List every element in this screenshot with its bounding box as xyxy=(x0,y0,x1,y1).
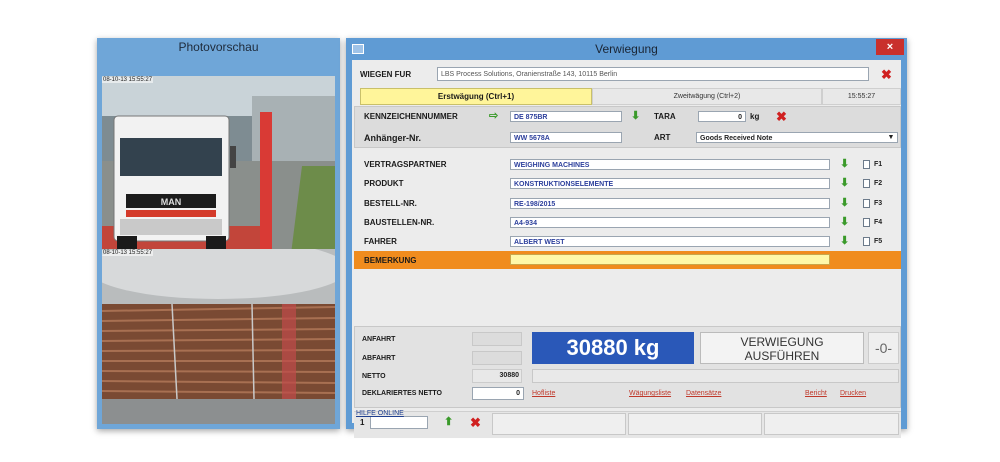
kennzeichen-arrow-icon[interactable]: ⇨ xyxy=(489,111,498,122)
window-close-button[interactable]: × xyxy=(876,39,904,55)
kennzeichen-label: KENNZEICHENNUMMER xyxy=(364,112,458,121)
drucken-link[interactable]: Drucken xyxy=(840,390,866,397)
execute-weighing-line2: AUSFÜHREN xyxy=(744,349,820,363)
detail-label: FAHRER xyxy=(364,237,397,247)
function-key-label: F2 xyxy=(874,180,883,188)
detail-label: BAUSTELLEN-NR. xyxy=(364,217,435,227)
counter-field[interactable] xyxy=(370,416,428,429)
function-key-label: F4 xyxy=(874,218,883,226)
anfahrt-label: ANFAHRT xyxy=(362,336,396,343)
detail-field[interactable]: ALBERT WEST xyxy=(510,236,830,248)
footer-cell-3 xyxy=(764,413,899,435)
timestamp-bottom: 08-10-13 15:55:27 xyxy=(102,250,154,256)
anhaenger-field[interactable]: WW 5678A xyxy=(510,132,622,143)
waegungsliste-link[interactable]: Wägungsliste xyxy=(629,390,671,397)
art-label: ART xyxy=(654,133,671,142)
tab-zweitwaegung-label: Zweitwägung (Ctrl+2) xyxy=(673,93,741,100)
time-value: 15:55:27 xyxy=(847,93,876,100)
hofliste-link[interactable]: Hofliste xyxy=(532,390,555,397)
arrow-up-icon[interactable]: ⬆ xyxy=(444,417,453,428)
deklariert-label: DEKLARIERTES NETTO xyxy=(362,390,442,397)
art-selected-value: Goods Received Note xyxy=(700,135,773,142)
document-icon[interactable] xyxy=(863,217,870,227)
netto-label: NETTO xyxy=(362,373,386,380)
kennzeichen-lookup-icon[interactable]: ⬇ xyxy=(631,111,640,122)
delete-icon[interactable]: ✖ xyxy=(470,416,481,429)
bemerkung-label: BEMERKUNG xyxy=(364,256,417,265)
detail-label: PRODUKT xyxy=(364,179,404,189)
weighing-window: Verwiegung × WIEGEN FUR LBS Process Solu… xyxy=(346,38,907,438)
kennzeichen-field[interactable]: DE 875BR xyxy=(510,111,622,122)
function-key-label: F3 xyxy=(874,199,883,207)
photo-preview-title: Photovorschau xyxy=(178,40,259,54)
truck-brand: MAN xyxy=(161,197,182,207)
detail-label: VERTRAGSPARTNER xyxy=(364,160,447,169)
lookup-arrow-icon[interactable]: ⬇ xyxy=(840,197,849,209)
wiegen-fur-field[interactable]: LBS Process Solutions, Oranienstraße 143… xyxy=(437,67,869,81)
footer-cell-2 xyxy=(628,413,762,435)
abfahrt-field xyxy=(472,351,522,365)
bericht-link[interactable]: Bericht xyxy=(805,390,827,397)
help-online-link[interactable]: HILFE ONLINE xyxy=(356,410,404,417)
footer-cell-1 xyxy=(492,413,626,435)
document-icon[interactable] xyxy=(863,179,870,189)
tara-unit: kg xyxy=(750,112,760,121)
abfahrt-label: ABFAHRT xyxy=(362,355,396,362)
detail-field[interactable]: KONSTRUKTIONSELEMENTE xyxy=(510,178,830,190)
detail-field[interactable]: RE-198/2015 xyxy=(510,197,830,209)
lookup-arrow-icon[interactable]: ⬇ xyxy=(840,178,849,189)
time-display: 15:55:27 xyxy=(822,88,901,105)
function-key-label: F5 xyxy=(874,238,883,246)
document-icon[interactable] xyxy=(863,160,870,169)
window-client-area: WIEGEN FUR LBS Process Solutions, Oranie… xyxy=(352,60,901,438)
timestamp-top: 08-10-13 15:55:27 xyxy=(102,77,154,83)
clear-wiegen-fur-icon[interactable]: ✖ xyxy=(881,68,892,81)
function-key-label: F1 xyxy=(874,161,883,168)
tab-erstwaegung-label: Erstwägung (Ctrl+1) xyxy=(437,92,515,101)
datensaetze-link[interactable]: Datensätze xyxy=(686,390,721,397)
photo-preview-window: Photovorschau MAN 08-10-13 15:55:27 08-1… xyxy=(97,38,340,429)
tara-label: TARA xyxy=(654,112,676,121)
load-photo xyxy=(102,249,335,424)
lookup-arrow-icon[interactable]: ⬇ xyxy=(840,159,849,170)
chevron-down-icon[interactable]: ▼ xyxy=(886,133,896,142)
anfahrt-field xyxy=(472,332,522,346)
detail-label: BESTELL-NR. xyxy=(364,198,417,208)
weight-display: 30880 kg xyxy=(532,332,694,364)
execute-weighing-line1: VERWIEGUNG xyxy=(740,335,824,349)
counter-label: 1 xyxy=(360,418,365,427)
tara-field[interactable]: 0 xyxy=(698,111,746,122)
art-select[interactable]: Goods Received Note xyxy=(696,132,898,143)
netto-value: 30880 xyxy=(472,369,522,383)
document-icon[interactable] xyxy=(863,237,870,247)
detail-field[interactable]: WEIGHING MACHINES xyxy=(510,159,830,170)
anhaenger-label: Anhänger-Nr. xyxy=(364,133,422,143)
tab-zweitwaegung[interactable]: Zweitwägung (Ctrl+2) xyxy=(592,88,822,105)
camera-image-bottom: 08-10-13 15:55:27 xyxy=(102,249,335,424)
detail-field[interactable]: A4-934 xyxy=(510,216,830,228)
deklariert-field[interactable]: 0 xyxy=(472,387,524,400)
info-bar xyxy=(532,369,899,383)
lookup-arrow-icon[interactable]: ⬇ xyxy=(840,236,849,247)
clear-tara-icon[interactable]: ✖ xyxy=(776,110,787,123)
document-icon[interactable] xyxy=(863,198,870,208)
window-title: Verwiegung xyxy=(595,42,658,56)
wiegen-fur-label: WIEGEN FUR xyxy=(360,70,412,79)
execute-weighing-button[interactable]: VERWIEGUNG AUSFÜHREN xyxy=(700,332,864,364)
tab-erstwaegung[interactable]: Erstwägung (Ctrl+1) xyxy=(360,88,592,105)
bemerkung-field[interactable] xyxy=(510,254,830,265)
lookup-arrow-icon[interactable]: ⬇ xyxy=(840,216,849,228)
status-indicator: -0- xyxy=(868,332,899,364)
